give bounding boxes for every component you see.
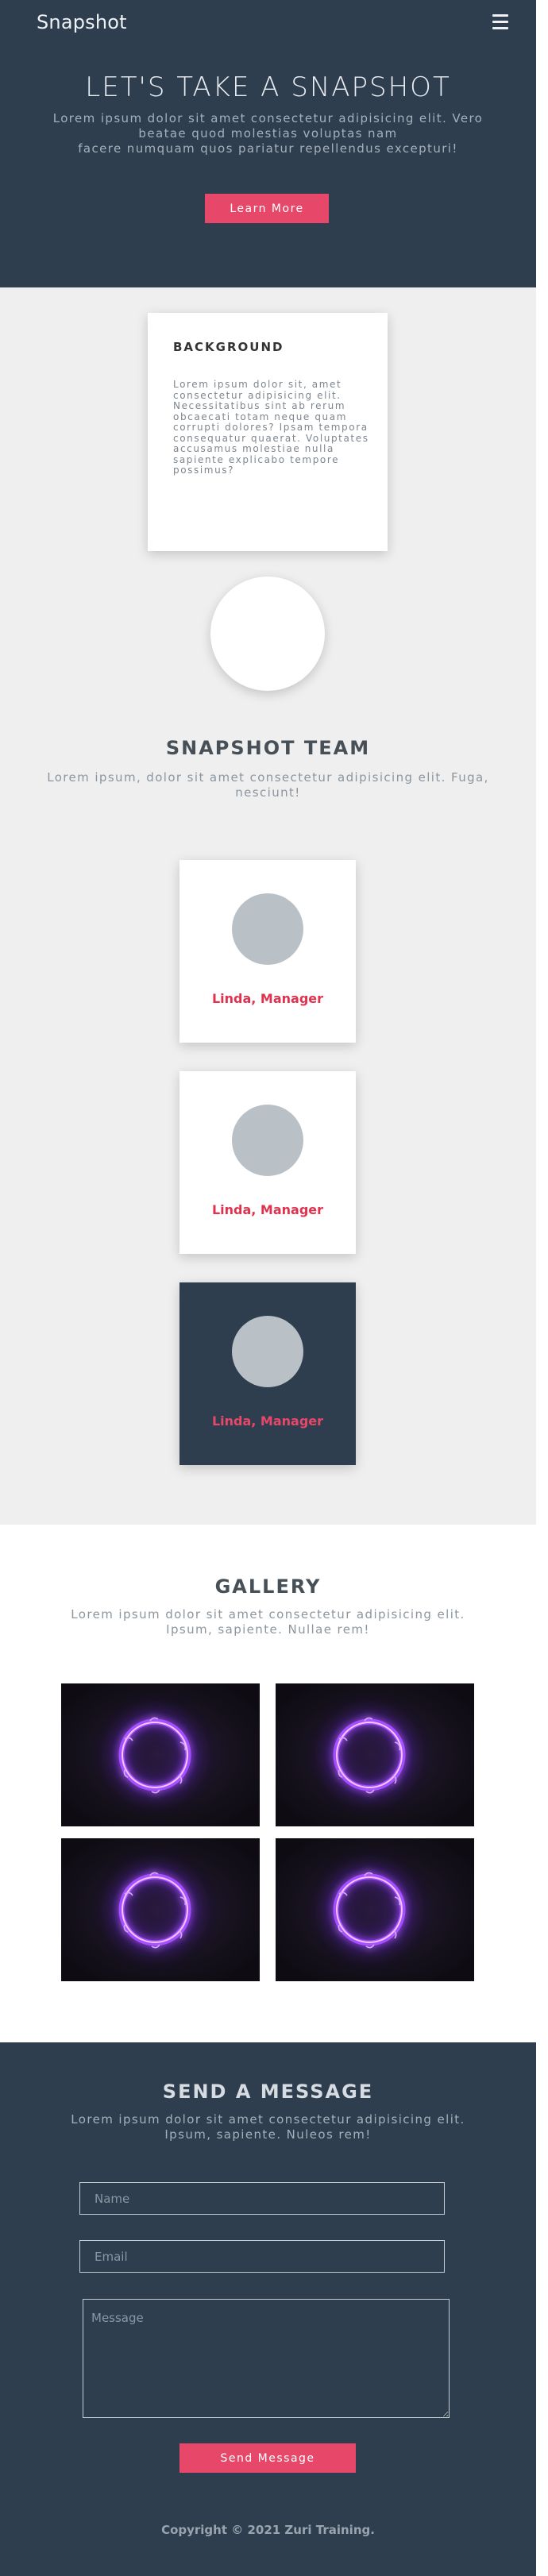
message-textarea[interactable] bbox=[83, 2299, 450, 2418]
hamburger-menu-icon[interactable] bbox=[492, 14, 508, 30]
name-input[interactable] bbox=[79, 2182, 445, 2215]
gallery-image[interactable] bbox=[276, 1838, 474, 1981]
team-card-active[interactable]: Linda, Manager bbox=[179, 1282, 356, 1465]
contact-title: SEND A MESSAGE bbox=[162, 2080, 374, 2103]
avatar bbox=[232, 893, 303, 965]
gallery-title: GALLERY bbox=[214, 1575, 322, 1598]
page-scrollbar-track[interactable] bbox=[536, 46, 548, 2576]
team-member-name: Linda, Manager bbox=[211, 991, 324, 1006]
team-subtitle: Lorem ipsum, dolor sit amet consectetur … bbox=[47, 770, 489, 800]
gallery-subtitle: Lorem ipsum dolor sit amet consectetur a… bbox=[71, 1607, 465, 1637]
hero-title: LET'S TAKE A SNAPSHOT bbox=[85, 71, 451, 103]
decorative-circle bbox=[210, 577, 325, 691]
hero-subtitle-line-1: Lorem ipsum dolor sit amet consectetur a… bbox=[52, 111, 484, 141]
background-card: BACKGROUND Lorem ipsum dolor sit, amet c… bbox=[148, 313, 388, 551]
team-card[interactable]: Linda, Manager bbox=[179, 1071, 356, 1254]
gallery-image[interactable] bbox=[61, 1838, 260, 1981]
gallery-image[interactable] bbox=[61, 1683, 260, 1826]
email-input[interactable] bbox=[79, 2240, 445, 2273]
background-text: Lorem ipsum dolor sit, amet consectetur … bbox=[173, 379, 369, 476]
background-heading: BACKGROUND bbox=[173, 340, 284, 354]
gallery-image[interactable] bbox=[276, 1683, 474, 1826]
footer-copyright: Copyright © 2021 Zuri Training. bbox=[161, 2523, 375, 2537]
avatar bbox=[232, 1105, 303, 1176]
avatar bbox=[232, 1316, 303, 1387]
hero-subtitle: Lorem ipsum dolor sit amet consectetur a… bbox=[32, 111, 504, 156]
team-member-name: Linda, Manager bbox=[211, 1413, 324, 1429]
contact-subtitle: Lorem ipsum dolor sit amet consectetur a… bbox=[71, 2112, 465, 2142]
learn-more-button[interactable]: Learn More bbox=[205, 194, 329, 223]
team-card[interactable]: Linda, Manager bbox=[179, 860, 356, 1043]
hero-subtitle-line-2: facere numquam quos pariatur repellendus… bbox=[78, 141, 458, 156]
team-title: SNAPSHOT TEAM bbox=[165, 737, 371, 759]
send-message-button[interactable]: Send Message bbox=[179, 2443, 356, 2473]
brand-logo[interactable]: Snapshot bbox=[37, 11, 127, 33]
team-member-name: Linda, Manager bbox=[211, 1202, 324, 1217]
